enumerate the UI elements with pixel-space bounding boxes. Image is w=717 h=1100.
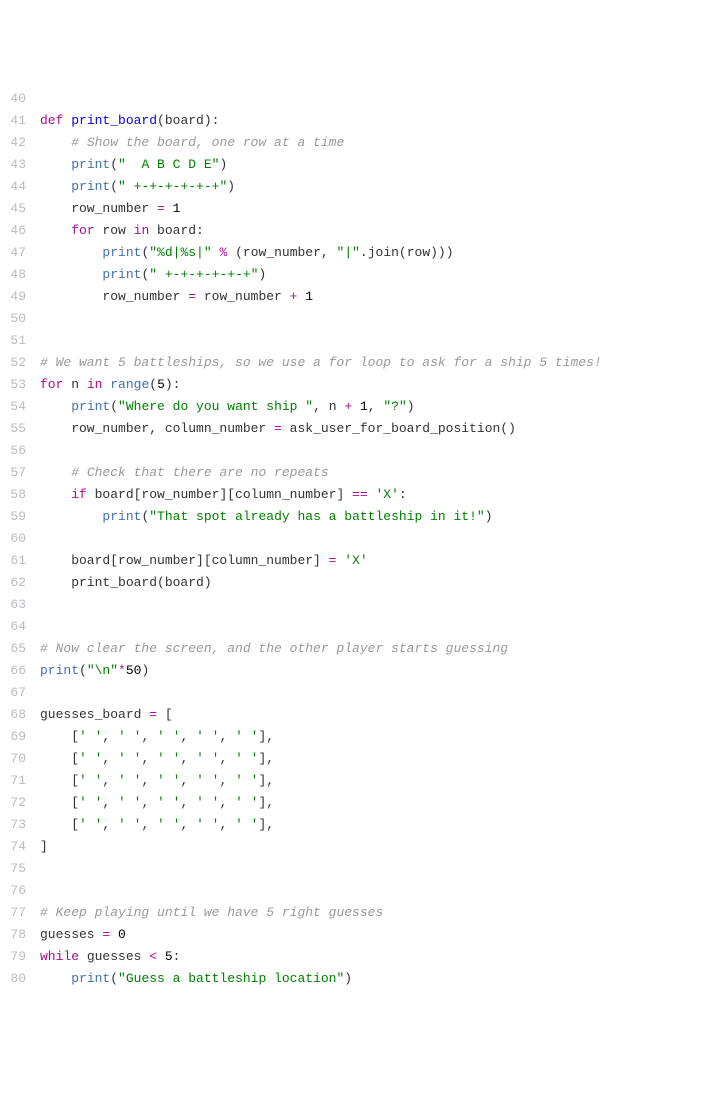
code-line[interactable]: print(" +-+-+-+-+-+") bbox=[40, 176, 717, 198]
line-number: 49 bbox=[0, 286, 26, 308]
code-editor[interactable]: 4041424344454647484950515253545556575859… bbox=[0, 88, 717, 990]
line-number: 51 bbox=[0, 330, 26, 352]
code-line[interactable]: print(" +-+-+-+-+-+") bbox=[40, 264, 717, 286]
line-number: 71 bbox=[0, 770, 26, 792]
line-number: 74 bbox=[0, 836, 26, 858]
line-number: 42 bbox=[0, 132, 26, 154]
code-line[interactable]: print("\n"*50) bbox=[40, 660, 717, 682]
code-line[interactable]: for n in range(5): bbox=[40, 374, 717, 396]
code-line[interactable]: while guesses < 5: bbox=[40, 946, 717, 968]
line-number: 40 bbox=[0, 88, 26, 110]
line-number: 41 bbox=[0, 110, 26, 132]
code-line[interactable]: # Keep playing until we have 5 right gue… bbox=[40, 902, 717, 924]
code-line[interactable]: [' ', ' ', ' ', ' ', ' '], bbox=[40, 814, 717, 836]
line-number: 63 bbox=[0, 594, 26, 616]
code-line[interactable]: [' ', ' ', ' ', ' ', ' '], bbox=[40, 748, 717, 770]
code-line[interactable]: print("Where do you want ship ", n + 1, … bbox=[40, 396, 717, 418]
line-number: 69 bbox=[0, 726, 26, 748]
line-number: 76 bbox=[0, 880, 26, 902]
line-number: 48 bbox=[0, 264, 26, 286]
line-number: 61 bbox=[0, 550, 26, 572]
code-line[interactable] bbox=[40, 682, 717, 704]
code-line[interactable]: if board[row_number][column_number] == '… bbox=[40, 484, 717, 506]
line-number: 50 bbox=[0, 308, 26, 330]
line-number: 58 bbox=[0, 484, 26, 506]
code-line[interactable]: row_number = 1 bbox=[40, 198, 717, 220]
line-number: 73 bbox=[0, 814, 26, 836]
line-number: 64 bbox=[0, 616, 26, 638]
line-number: 52 bbox=[0, 352, 26, 374]
code-line[interactable]: [' ', ' ', ' ', ' ', ' '], bbox=[40, 726, 717, 748]
line-number: 43 bbox=[0, 154, 26, 176]
code-line[interactable]: def print_board(board): bbox=[40, 110, 717, 132]
line-number: 57 bbox=[0, 462, 26, 484]
line-number: 79 bbox=[0, 946, 26, 968]
line-number: 56 bbox=[0, 440, 26, 462]
code-line[interactable] bbox=[40, 88, 717, 110]
code-line[interactable] bbox=[40, 528, 717, 550]
line-number: 45 bbox=[0, 198, 26, 220]
line-number: 78 bbox=[0, 924, 26, 946]
code-line[interactable] bbox=[40, 440, 717, 462]
line-number: 47 bbox=[0, 242, 26, 264]
line-number: 60 bbox=[0, 528, 26, 550]
line-number: 62 bbox=[0, 572, 26, 594]
line-number: 75 bbox=[0, 858, 26, 880]
line-number: 59 bbox=[0, 506, 26, 528]
code-line[interactable]: print_board(board) bbox=[40, 572, 717, 594]
code-line[interactable]: row_number = row_number + 1 bbox=[40, 286, 717, 308]
code-line[interactable]: print("Guess a battleship location") bbox=[40, 968, 717, 990]
code-line[interactable]: for row in board: bbox=[40, 220, 717, 242]
line-number: 44 bbox=[0, 176, 26, 198]
code-line[interactable]: print("That spot already has a battleshi… bbox=[40, 506, 717, 528]
code-line[interactable]: [' ', ' ', ' ', ' ', ' '], bbox=[40, 792, 717, 814]
line-number: 66 bbox=[0, 660, 26, 682]
code-line[interactable]: # We want 5 battleships, so we use a for… bbox=[40, 352, 717, 374]
line-number: 77 bbox=[0, 902, 26, 924]
line-number: 80 bbox=[0, 968, 26, 990]
code-line[interactable]: board[row_number][column_number] = 'X' bbox=[40, 550, 717, 572]
code-line[interactable]: [' ', ' ', ' ', ' ', ' '], bbox=[40, 770, 717, 792]
code-line[interactable]: row_number, column_number = ask_user_for… bbox=[40, 418, 717, 440]
code-line[interactable]: # Show the board, one row at a time bbox=[40, 132, 717, 154]
line-number-gutter: 4041424344454647484950515253545556575859… bbox=[0, 88, 40, 990]
code-line[interactable]: # Now clear the screen, and the other pl… bbox=[40, 638, 717, 660]
line-number: 70 bbox=[0, 748, 26, 770]
line-number: 55 bbox=[0, 418, 26, 440]
code-line[interactable]: guesses_board = [ bbox=[40, 704, 717, 726]
line-number: 67 bbox=[0, 682, 26, 704]
code-line[interactable] bbox=[40, 594, 717, 616]
code-line[interactable]: print("%d|%s|" % (row_number, "|".join(r… bbox=[40, 242, 717, 264]
line-number: 72 bbox=[0, 792, 26, 814]
code-line[interactable] bbox=[40, 616, 717, 638]
code-line[interactable]: ] bbox=[40, 836, 717, 858]
code-line[interactable] bbox=[40, 330, 717, 352]
line-number: 53 bbox=[0, 374, 26, 396]
line-number: 54 bbox=[0, 396, 26, 418]
line-number: 46 bbox=[0, 220, 26, 242]
code-line[interactable] bbox=[40, 858, 717, 880]
code-line[interactable]: print(" A B C D E") bbox=[40, 154, 717, 176]
line-number: 65 bbox=[0, 638, 26, 660]
code-line[interactable] bbox=[40, 880, 717, 902]
line-number: 68 bbox=[0, 704, 26, 726]
code-line[interactable] bbox=[40, 308, 717, 330]
code-line[interactable]: guesses = 0 bbox=[40, 924, 717, 946]
code-line[interactable]: # Check that there are no repeats bbox=[40, 462, 717, 484]
code-content[interactable]: def print_board(board): # Show the board… bbox=[40, 88, 717, 990]
